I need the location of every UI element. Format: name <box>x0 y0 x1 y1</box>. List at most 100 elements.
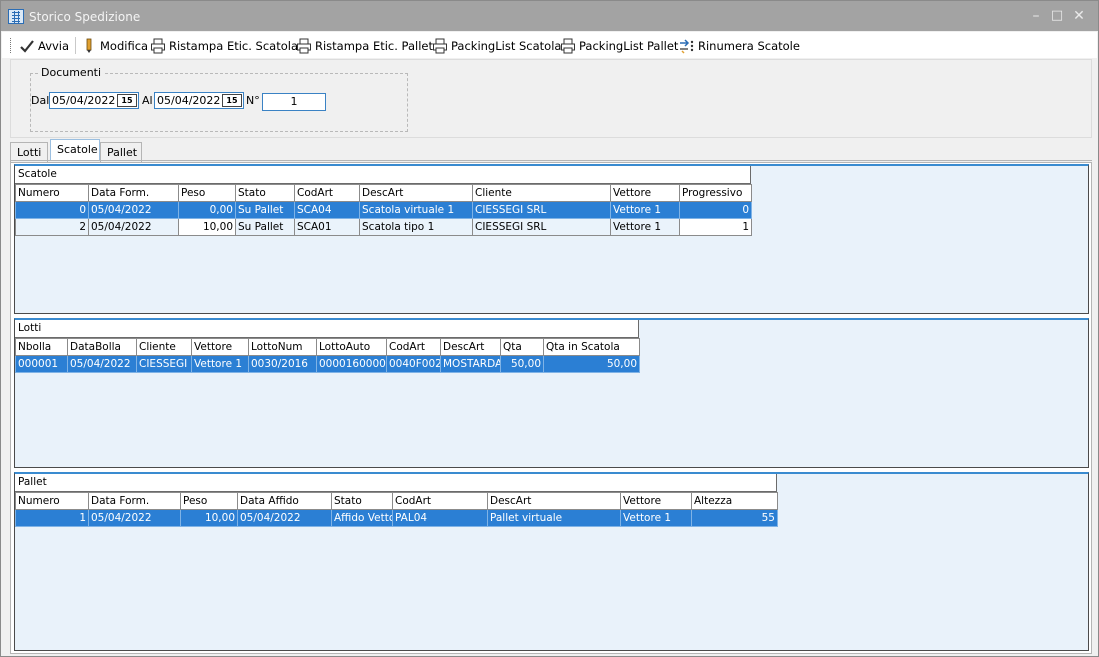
pallet-grid: Pallet Numero Data Form. Peso Data Affid… <box>14 472 1089 651</box>
rinumera-scatole-button[interactable]: Rinumera Scatole <box>679 37 800 55</box>
maximize-icon[interactable]: □ <box>1048 7 1066 25</box>
cell[interactable]: 000001 <box>15 355 68 373</box>
column-header[interactable]: Qta in Scatola <box>543 338 640 356</box>
column-header[interactable]: DescArt <box>359 184 473 202</box>
column-header[interactable]: LottoAuto <box>316 338 387 356</box>
table-header-row: Nbolla DataBolla Cliente Vettore LottoNu… <box>15 338 640 356</box>
lotti-table: Nbolla DataBolla Cliente Vettore LottoNu… <box>15 338 640 373</box>
cell[interactable]: Vettore 1 <box>191 355 249 373</box>
column-header[interactable]: Qta <box>500 338 544 356</box>
column-header[interactable]: Altezza <box>691 492 778 510</box>
calendar-icon[interactable]: 15 <box>222 94 242 107</box>
minimize-icon[interactable]: – <box>1027 7 1045 25</box>
column-header[interactable]: Nbolla <box>15 338 68 356</box>
cell[interactable]: 50,00 <box>500 355 544 373</box>
table-row[interactable]: 2 05/04/2022 10,00 Su Pallet SCA01 Scato… <box>15 218 752 236</box>
tab-lotti[interactable]: Lotti <box>10 142 48 162</box>
column-header[interactable]: LottoNum <box>248 338 317 356</box>
cell[interactable]: 05/04/2022 <box>88 509 181 527</box>
cell[interactable]: 1 <box>679 218 752 236</box>
cell[interactable]: CIESSEGI SRL <box>472 218 611 236</box>
cell[interactable]: Scatola virtuale 1 <box>359 201 473 219</box>
column-header[interactable]: DataBolla <box>67 338 137 356</box>
numero-input[interactable]: 1 <box>262 93 326 111</box>
cell[interactable]: 0 <box>679 201 752 219</box>
cell[interactable]: 1 <box>15 509 89 527</box>
packinglist-scatola-button[interactable]: PackingList Scatola <box>432 37 561 55</box>
al-date-input[interactable]: 05/04/2022 15 <box>154 92 244 109</box>
cell[interactable]: 00001600006 <box>316 355 387 373</box>
cell[interactable]: 05/04/2022 <box>88 218 179 236</box>
cell[interactable]: Su Pallet <box>235 218 295 236</box>
dal-date-input[interactable]: 05/04/2022 15 <box>49 92 139 109</box>
cell[interactable]: 0 <box>15 201 89 219</box>
cell[interactable]: SCA04 <box>294 201 360 219</box>
column-header[interactable]: Vettore <box>620 492 692 510</box>
lotti-grid-title: Lotti <box>15 320 639 338</box>
cell[interactable]: Pallet virtuale <box>487 509 621 527</box>
ristampa-etic-scatola-button[interactable]: Ristampa Etic. Scatola <box>150 37 298 55</box>
column-header[interactable]: Stato <box>235 184 295 202</box>
cell[interactable]: CIESSEGI SRL <box>472 201 611 219</box>
cell[interactable]: 2 <box>15 218 89 236</box>
cell[interactable]: 55 <box>691 509 778 527</box>
ristampa-etic-pallet-button[interactable]: Ristampa Etic. Pallet <box>296 37 433 55</box>
cell[interactable]: PAL04 <box>392 509 488 527</box>
dal-date-value: 05/04/2022 <box>52 94 116 107</box>
column-header[interactable]: Numero <box>15 492 89 510</box>
scatole-grid-title: Scatole <box>15 166 751 184</box>
table-row[interactable]: 000001 05/04/2022 CIESSEGI S Vettore 1 0… <box>15 355 640 373</box>
column-header[interactable]: Data Affido <box>237 492 332 510</box>
column-header[interactable]: Numero <box>15 184 89 202</box>
packinglist-pallet-button[interactable]: PackingList Pallet <box>560 37 678 55</box>
cell[interactable]: 0030/2016 <box>248 355 317 373</box>
column-header[interactable]: DescArt <box>440 338 501 356</box>
table-header-row: Numero Data Form. Peso Stato CodArt Desc… <box>15 184 752 202</box>
cell[interactable]: Affido Vetto <box>331 509 393 527</box>
tab-pallet[interactable]: Pallet <box>100 142 142 162</box>
cell[interactable]: Vettore 1 <box>610 218 680 236</box>
cell[interactable]: 05/04/2022 <box>237 509 332 527</box>
column-header[interactable]: Peso <box>180 492 238 510</box>
column-header[interactable]: Vettore <box>610 184 680 202</box>
cell[interactable]: 05/04/2022 <box>88 201 179 219</box>
title-bar: Storico Spedizione – □ ✕ <box>1 1 1098 31</box>
cell[interactable]: SCA01 <box>294 218 360 236</box>
cell[interactable]: Vettore 1 <box>620 509 692 527</box>
cell[interactable]: 05/04/2022 <box>67 355 137 373</box>
avvia-button[interactable]: Avvia <box>19 37 69 55</box>
modifica-button[interactable]: Modifica <box>81 37 148 55</box>
column-header[interactable]: Progressivo <box>679 184 752 202</box>
toolbar-grip[interactable] <box>10 38 12 53</box>
checkmark-icon <box>20 40 34 53</box>
column-header[interactable]: Vettore <box>191 338 249 356</box>
cell[interactable]: 50,00 <box>543 355 640 373</box>
tab-scatole[interactable]: Scatole <box>50 139 100 161</box>
cell[interactable]: Scatola tipo 1 <box>359 218 473 236</box>
cell[interactable]: 0,00 <box>178 201 236 219</box>
column-header[interactable]: Cliente <box>136 338 192 356</box>
close-icon[interactable]: ✕ <box>1070 7 1088 25</box>
numero-label: N° <box>246 94 260 107</box>
column-header[interactable]: CodArt <box>294 184 360 202</box>
cell[interactable]: 0040F002 <box>386 355 441 373</box>
cell[interactable]: MOSTARDA <box>440 355 501 373</box>
cell[interactable]: CIESSEGI S <box>136 355 192 373</box>
column-header[interactable]: Stato <box>331 492 393 510</box>
toolbar-separator <box>75 37 76 54</box>
column-header[interactable]: Cliente <box>472 184 611 202</box>
cell[interactable]: 10,00 <box>178 218 236 236</box>
al-date-value: 05/04/2022 <box>157 94 221 107</box>
column-header[interactable]: DescArt <box>487 492 621 510</box>
column-header[interactable]: Data Form. <box>88 184 179 202</box>
cell[interactable]: 10,00 <box>180 509 238 527</box>
column-header[interactable]: Data Form. <box>88 492 181 510</box>
cell[interactable]: Vettore 1 <box>610 201 680 219</box>
table-row[interactable]: 1 05/04/2022 10,00 05/04/2022 Affido Vet… <box>15 509 778 527</box>
table-row[interactable]: 0 05/04/2022 0,00 Su Pallet SCA04 Scatol… <box>15 201 752 219</box>
column-header[interactable]: CodArt <box>392 492 488 510</box>
column-header[interactable]: CodArt <box>386 338 441 356</box>
calendar-icon[interactable]: 15 <box>117 94 137 107</box>
column-header[interactable]: Peso <box>178 184 236 202</box>
cell[interactable]: Su Pallet <box>235 201 295 219</box>
